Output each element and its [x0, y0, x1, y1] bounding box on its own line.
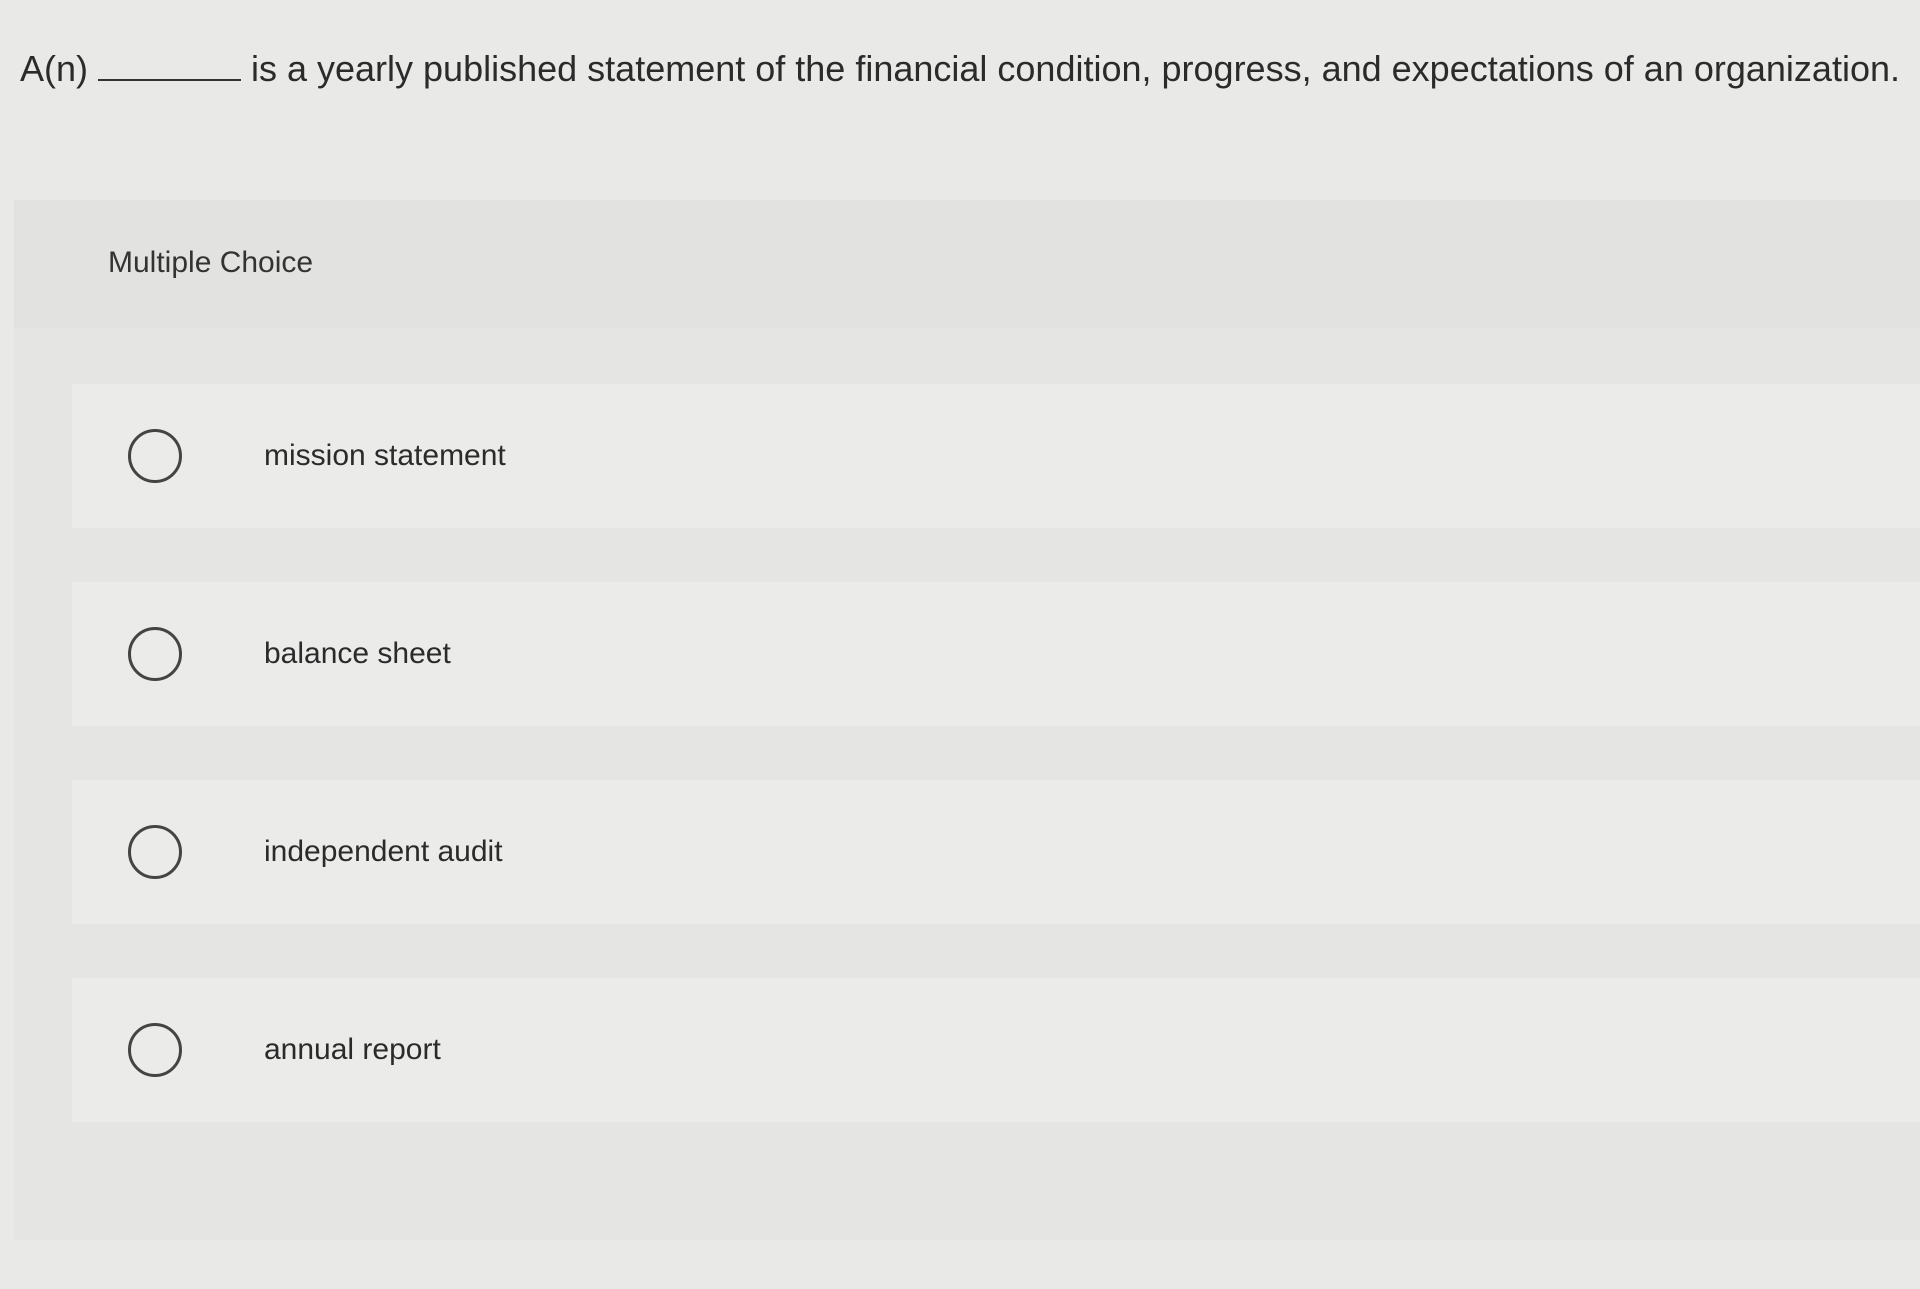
question-text: A(n) is a yearly published statement of …	[20, 44, 1900, 94]
option-balance-sheet[interactable]: balance sheet	[72, 582, 1920, 726]
option-label: annual report	[264, 1033, 441, 1066]
question-stem: is a yearly published statement of the f…	[250, 48, 1900, 89]
radio-button-icon[interactable]	[128, 1023, 182, 1077]
options-area: mission statement balance sheet independ…	[14, 328, 1920, 1240]
panel-header: Multiple Choice	[108, 246, 314, 279]
multiple-choice-panel: Multiple Choice mission statement balanc…	[14, 200, 1920, 1240]
option-label: mission statement	[264, 439, 506, 472]
radio-button-icon[interactable]	[128, 825, 182, 879]
question-prefix: A(n)	[20, 48, 89, 89]
option-independent-audit[interactable]: independent audit	[72, 780, 1920, 924]
radio-button-icon[interactable]	[128, 627, 182, 681]
option-mission-statement[interactable]: mission statement	[72, 384, 1920, 528]
option-label: balance sheet	[264, 637, 451, 670]
answer-blank	[98, 49, 241, 81]
option-annual-report[interactable]: annual report	[72, 978, 1920, 1122]
radio-button-icon[interactable]	[128, 429, 182, 483]
option-label: independent audit	[264, 835, 503, 868]
options-list: mission statement balance sheet independ…	[72, 384, 1920, 1176]
